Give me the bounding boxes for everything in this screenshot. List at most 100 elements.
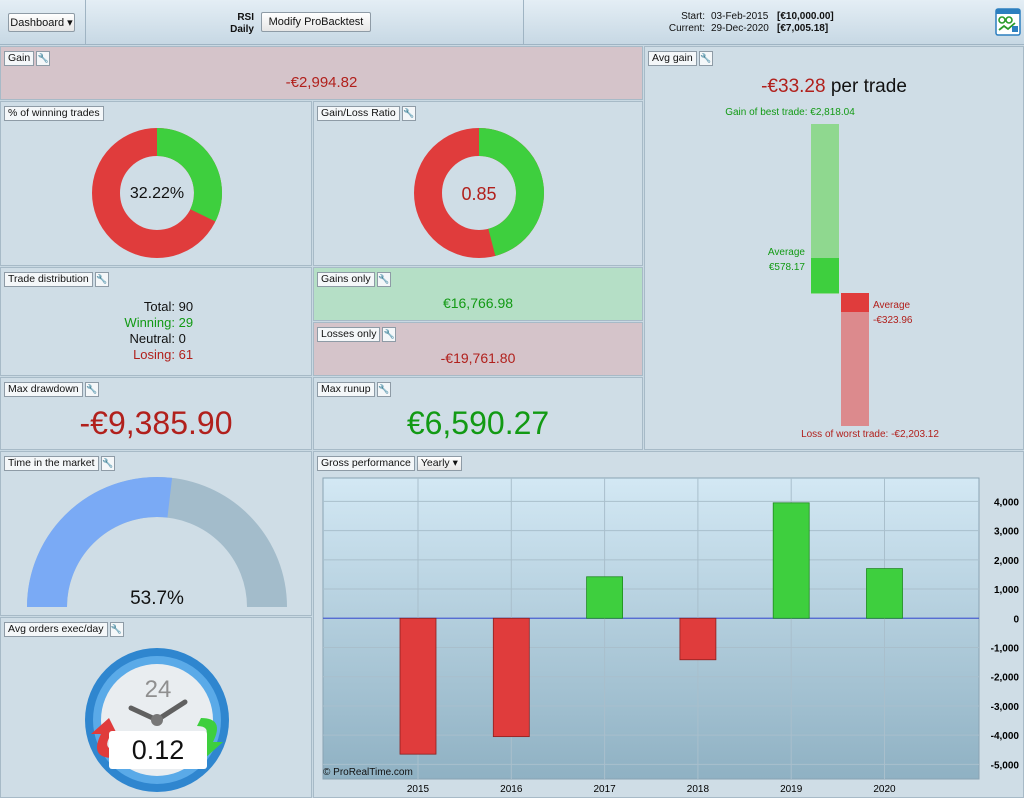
losing-value: 61 bbox=[178, 347, 194, 362]
avg-gain-per-trade-value: -€33.28 bbox=[761, 76, 826, 97]
x-tick-label: 2017 bbox=[593, 784, 616, 795]
wrench-icon[interactable]: 🔧 bbox=[100, 455, 115, 471]
current-label: Current: bbox=[668, 23, 705, 34]
losing-row: Losing: 61 bbox=[101, 347, 341, 363]
losses-only-panel: Losses only 🔧 -€19,761.80 bbox=[313, 322, 643, 376]
wrench-icon[interactable]: 🔧 bbox=[109, 621, 124, 637]
worst-trade-bar bbox=[841, 293, 869, 426]
gain-title: Gain bbox=[4, 50, 35, 66]
wrench-icon[interactable]: 🔧 bbox=[376, 271, 391, 287]
gross-performance-chart: 4,000 3,000 2,000 1,000 0 -1,000 -2,000 -3,000 -… bbox=[322, 477, 1020, 795]
strategy-info: RSI Daily bbox=[226, 12, 254, 36]
winning-label: Winning: bbox=[124, 315, 175, 330]
total-value: 90 bbox=[178, 299, 194, 314]
time-in-market-panel: Time in the market 🔧 53.7% bbox=[0, 451, 312, 616]
wrench-icon[interactable]: 🔧 bbox=[401, 105, 416, 121]
x-tick-label: 2020 bbox=[873, 784, 896, 795]
y-tick-label: -4,000 bbox=[991, 731, 1020, 742]
losses-only-value: -€19,761.80 bbox=[440, 350, 516, 366]
dashboard-dropdown[interactable]: Dashboard ▾ bbox=[8, 13, 75, 32]
modify-probacktest-button[interactable]: Modify ProBacktest bbox=[261, 12, 371, 32]
y-tick-label: -2,000 bbox=[991, 673, 1020, 684]
max-runup-value: €6,590.27 bbox=[406, 405, 550, 441]
strategy-name: RSI bbox=[237, 12, 254, 23]
neutral-row: Neutral: 0 bbox=[101, 331, 341, 347]
x-tick-label: 2019 bbox=[780, 784, 803, 795]
wrench-icon[interactable]: 🔧 bbox=[376, 381, 391, 397]
x-tick-label: 2016 bbox=[500, 784, 523, 795]
losing-label: Losing: bbox=[133, 347, 175, 362]
bar-2017 bbox=[586, 576, 624, 619]
start-label: Start: bbox=[681, 11, 705, 22]
avg-orders-value: 0.12 bbox=[109, 731, 207, 769]
gain-loss-ratio-title: Gain/Loss Ratio bbox=[317, 105, 400, 121]
current-date: 29-Dec-2020 bbox=[711, 23, 769, 34]
time-in-market-value: 53.7% bbox=[130, 588, 184, 609]
y-tick-label: 2,000 bbox=[994, 556, 1019, 567]
total-row: Total: 90 bbox=[101, 299, 341, 315]
gains-only-value: €16,766.98 bbox=[442, 295, 514, 311]
wrench-icon[interactable]: 🔧 bbox=[94, 271, 109, 287]
x-tick-label: 2018 bbox=[687, 784, 710, 795]
bar-2015 bbox=[399, 617, 437, 755]
avg-gain-per-trade-suffix: per trade bbox=[825, 76, 907, 97]
gains-only-title: Gains only bbox=[317, 271, 375, 287]
average-loss-label: Average -€323.96 bbox=[873, 298, 943, 328]
panel-header: Losses only 🔧 bbox=[317, 326, 397, 342]
wrench-icon[interactable]: 🔧 bbox=[84, 381, 99, 397]
bar-2018 bbox=[679, 617, 717, 661]
bar-2020 bbox=[866, 568, 903, 619]
average-gain-label: Average €578.17 bbox=[745, 245, 805, 275]
time-in-market-title: Time in the market bbox=[4, 455, 99, 471]
start-capital: [€10,000.00] bbox=[777, 11, 834, 22]
gain-panel: Gain 🔧 -€2,994.82 bbox=[0, 46, 643, 100]
trade-distribution-list: Total: 90 Winning: 29 Neutral: 0 Losing:… bbox=[101, 299, 341, 363]
worst-trade-label: Loss of worst trade: -€2,203.12 bbox=[801, 429, 939, 440]
panel-header: Gain/Loss Ratio 🔧 bbox=[317, 105, 416, 121]
gross-performance-title: Gross performance bbox=[317, 455, 415, 471]
current-capital: [€7,005.18] bbox=[777, 23, 829, 34]
panel-header: Max drawdown 🔧 bbox=[4, 381, 99, 397]
y-tick-label: 1,000 bbox=[994, 585, 1019, 596]
max-runup-panel: Max runup 🔧 €6,590.27 bbox=[313, 377, 643, 450]
y-tick-label: -1,000 bbox=[991, 643, 1020, 654]
donut-winning-arc bbox=[156, 128, 222, 222]
average-gain-value: €578.17 bbox=[768, 262, 805, 273]
top-toolbar: Dashboard ▾ RSI Daily Modify ProBacktest… bbox=[0, 0, 1024, 45]
start-date: 03-Feb-2015 bbox=[711, 11, 769, 22]
wrench-icon[interactable]: 🔧 bbox=[382, 326, 397, 342]
average-loss-value: -€323.96 bbox=[873, 315, 913, 326]
max-runup-title: Max runup bbox=[317, 381, 375, 397]
average-gain-caption: Average bbox=[767, 247, 805, 258]
strategy-timeframe: Daily bbox=[230, 24, 254, 35]
panel-header: % of winning trades bbox=[4, 105, 104, 121]
avg-gain-panel: Avg gain 🔧 -€33.28 per trade Gain of bes… bbox=[644, 46, 1024, 450]
average-gain-bar bbox=[811, 258, 839, 293]
report-icon[interactable] bbox=[995, 8, 1021, 36]
avg-orders-title: Avg orders exec/day bbox=[4, 621, 108, 637]
max-drawdown-panel: Max drawdown 🔧 -€9,385.90 bbox=[0, 377, 312, 450]
total-label: Total: bbox=[143, 299, 175, 314]
winning-value: 29 bbox=[178, 315, 194, 330]
panel-header: Time in the market 🔧 bbox=[4, 455, 115, 471]
toolbar-divider bbox=[523, 0, 524, 45]
wrench-icon[interactable]: 🔧 bbox=[698, 50, 713, 66]
bar-2016 bbox=[492, 617, 530, 738]
period-dates: 03-Feb-2015 29-Dec-2020 bbox=[711, 11, 775, 35]
losses-only-title: Losses only bbox=[317, 326, 381, 342]
winning-trades-title: % of winning trades bbox=[4, 105, 104, 121]
gain-loss-ratio-panel: Gain/Loss Ratio 🔧 0.85 bbox=[313, 101, 643, 266]
toolbar-divider bbox=[85, 0, 86, 45]
best-trade-label: Gain of best trade: €2,818.04 bbox=[725, 107, 855, 118]
period-capitals: [€10,000.00] [€7,005.18] bbox=[777, 11, 847, 35]
panel-header: Max runup 🔧 bbox=[317, 381, 391, 397]
panel-header: Avg orders exec/day 🔧 bbox=[4, 621, 124, 637]
panel-header: Gain 🔧 bbox=[4, 50, 51, 66]
neutral-label: Neutral: bbox=[129, 331, 175, 346]
winning-trades-value: 32.22% bbox=[129, 185, 185, 202]
period-dropdown[interactable]: Yearly ▾ bbox=[416, 455, 462, 471]
neutral-value: 0 bbox=[178, 331, 186, 346]
winning-trades-panel: % of winning trades 32.22% bbox=[0, 101, 312, 266]
clock-label: 24 bbox=[144, 676, 172, 703]
wrench-icon[interactable]: 🔧 bbox=[36, 50, 51, 66]
